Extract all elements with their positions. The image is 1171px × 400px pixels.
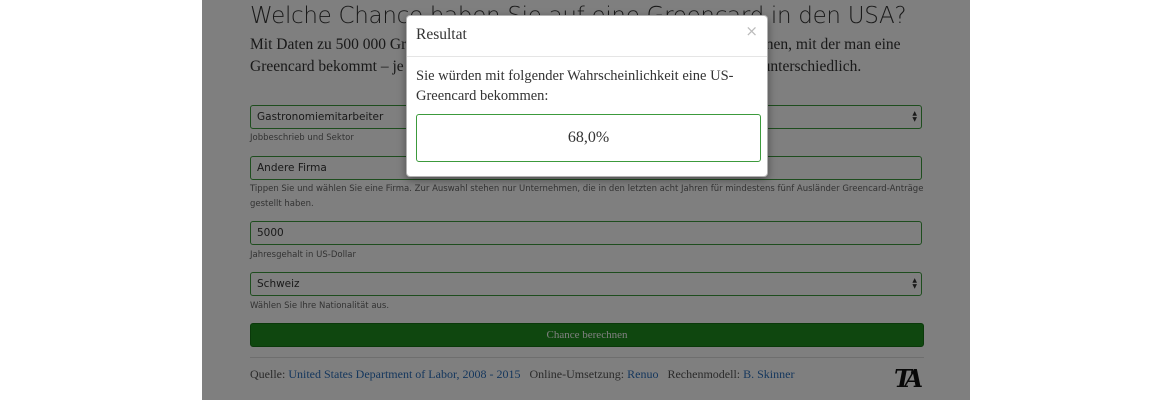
modal-header: Resultat ×: [407, 16, 767, 57]
modal-message: Sie würden mit folgender Wahrscheinlichk…: [416, 68, 734, 104]
probability-result: 68,0%: [416, 114, 761, 162]
result-modal: Resultat × Sie würden mit folgender Wahr…: [406, 15, 768, 177]
modal-title: Resultat: [416, 26, 467, 43]
close-icon[interactable]: ×: [745, 21, 758, 41]
